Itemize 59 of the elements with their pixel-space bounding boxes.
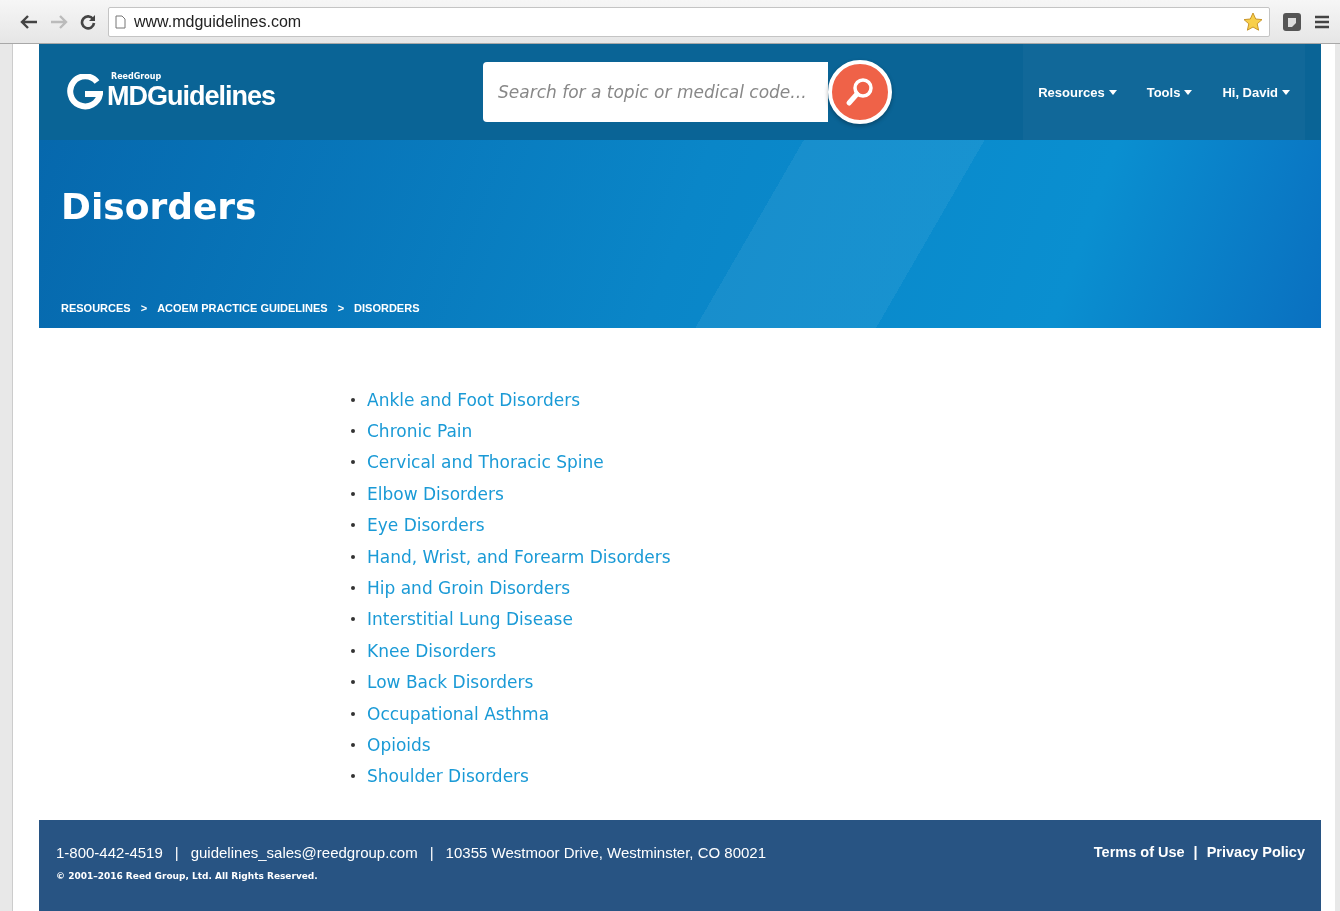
disorder-link[interactable]: Eye Disorders bbox=[367, 515, 485, 536]
disorder-link[interactable]: Interstitial Lung Disease bbox=[367, 609, 573, 630]
disorder-link[interactable]: Ankle and Foot Disorders bbox=[367, 389, 581, 410]
bullet-icon bbox=[351, 680, 355, 685]
disorder-link[interactable]: Hip and Groin Disorders bbox=[367, 578, 571, 599]
bullet-icon bbox=[351, 743, 355, 747]
menu-icon[interactable] bbox=[1314, 14, 1330, 29]
bullet-icon bbox=[351, 491, 355, 496]
contact-info: guidelines_sales@reedgroup.com bbox=[190, 844, 418, 861]
caret-icon bbox=[1108, 89, 1117, 95]
page-icon bbox=[115, 14, 126, 29]
disorder-link[interactable]: Cervical and Thoracic Spine bbox=[367, 452, 604, 473]
caret-icon bbox=[1282, 89, 1290, 95]
disorder-link[interactable]: Hand, Wrist, and Forearm Disorders bbox=[367, 546, 671, 567]
disorder-link[interactable]: Shoulder Disorders bbox=[367, 766, 529, 787]
breadcrumb-link[interactable]: ACOEM PRACTICE GUIDELINES bbox=[157, 302, 328, 314]
logo-text: MDGuidelines bbox=[107, 81, 276, 112]
reload-icon[interactable] bbox=[80, 13, 96, 30]
nav-menu[interactable]: Hi, David bbox=[1207, 44, 1305, 140]
copyright-text: © 2001–2016 Reed Group, Ltd. All Rights Reserved. bbox=[56, 871, 319, 881]
disorder-link[interactable]: Occupational Asthma bbox=[367, 703, 550, 724]
extension-icon[interactable] bbox=[1282, 11, 1302, 32]
bullet-icon bbox=[351, 586, 355, 591]
bullet-icon bbox=[351, 711, 355, 716]
nav-menu[interactable]: Resources bbox=[1023, 44, 1132, 140]
bullet-icon bbox=[351, 460, 355, 465]
footer-link[interactable]: Terms of Use bbox=[1093, 844, 1185, 860]
footer-separator: | bbox=[174, 844, 179, 861]
disorder-link[interactable]: Chronic Pain bbox=[367, 421, 473, 442]
search-field[interactable]: Search for a topic or medical code... bbox=[483, 62, 828, 122]
bullet-icon bbox=[351, 397, 355, 402]
disorder-link[interactable]: Knee Disorders bbox=[367, 640, 497, 661]
breadcrumb-separator: > bbox=[140, 302, 148, 314]
back-icon[interactable] bbox=[20, 14, 38, 29]
contact-info: 1-800-442-4519 bbox=[56, 844, 163, 861]
page-title: Disorders bbox=[61, 186, 258, 227]
breadcrumb-separator: > bbox=[337, 302, 345, 314]
footer-separator: | bbox=[429, 844, 434, 861]
bullet-icon bbox=[351, 648, 355, 653]
star-icon[interactable] bbox=[1243, 11, 1263, 32]
disorder-link[interactable]: Elbow Disorders bbox=[367, 483, 504, 504]
logo-icon bbox=[67, 74, 103, 110]
address-bar[interactable]: www.mdguidelines.com bbox=[108, 6, 1270, 37]
breadcrumb-link[interactable]: RESOURCES bbox=[61, 302, 131, 314]
bullet-icon bbox=[351, 554, 355, 559]
contact-info: 10355 Westmoor Drive, Westminster, CO 80021 bbox=[445, 844, 767, 861]
bullet-icon bbox=[351, 617, 355, 622]
footer-separator: | bbox=[1193, 844, 1198, 860]
bullet-icon bbox=[351, 523, 355, 528]
search-button[interactable] bbox=[828, 60, 892, 124]
disorder-link[interactable]: Opioids bbox=[367, 735, 431, 755]
caret-icon bbox=[1184, 89, 1193, 95]
nav-menu[interactable]: Tools bbox=[1131, 44, 1208, 140]
disorder-link[interactable]: Low Back Disorders bbox=[367, 672, 534, 693]
footer-link[interactable]: Privacy Policy bbox=[1206, 844, 1305, 860]
bullet-icon bbox=[351, 774, 355, 779]
breadcrumb-link[interactable]: DISORDERS bbox=[354, 302, 420, 314]
logo-subtitle: ReedGroup bbox=[111, 72, 163, 81]
bullet-icon bbox=[351, 429, 355, 434]
